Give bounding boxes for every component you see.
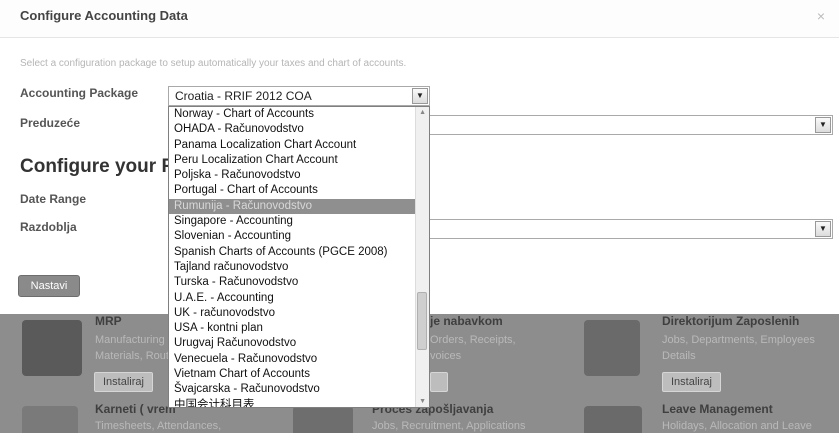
dialog-title: Configure Accounting Data (20, 8, 188, 23)
dialog-header: Configure Accounting Data × (0, 0, 839, 38)
employees-app-desc-2: Details (662, 350, 696, 362)
accounting-package-dropdown[interactable]: Norway - Chart of Accounts OHADA - Računo… (168, 106, 430, 408)
dropdown-option[interactable]: U.A.E. - Accounting (169, 291, 429, 306)
mrp-app-desc-2: Materials, Rout (95, 350, 169, 362)
company-select[interactable]: ▼ (428, 115, 833, 135)
chevron-down-icon[interactable]: ▼ (815, 117, 831, 133)
dropdown-option[interactable]: Slovenian - Accounting (169, 229, 429, 244)
dropdown-option[interactable]: Singapore - Accounting (169, 214, 429, 229)
next-button[interactable]: Nastavi (18, 275, 80, 297)
close-icon[interactable]: × (817, 8, 825, 24)
chevron-down-icon[interactable]: ▼ (815, 221, 831, 237)
dropdown-list: Norway - Chart of Accounts OHADA - Računo… (169, 107, 429, 407)
dropdown-option[interactable]: Panama Localization Chart Account (169, 138, 429, 153)
dropdown-option[interactable]: OHADA - Računovodstvo (169, 122, 429, 137)
scroll-down-icon[interactable]: ▼ (419, 398, 426, 405)
employees-app-desc: Jobs, Departments, Employees (662, 334, 815, 346)
mrp-install-button[interactable]: Instaliraj (94, 372, 153, 392)
recruitment-app-desc: Jobs, Recruitment, Applications (372, 420, 526, 432)
recruitment-app-icon (293, 406, 353, 433)
dropdown-option[interactable]: UK - računovodstvo (169, 306, 429, 321)
dropdown-option[interactable]: Tajland računovodstvo (169, 260, 429, 275)
period-select[interactable]: ▼ (428, 219, 833, 239)
leave-app-title: Leave Management (662, 402, 773, 416)
scroll-up-icon[interactable]: ▲ (419, 109, 426, 116)
dropdown-option[interactable]: Norway - Chart of Accounts (169, 107, 429, 122)
employees-app-title: Direktorijum Zaposlenih (662, 314, 800, 328)
dropdown-option[interactable]: Rumunija - Računovodstvo (169, 198, 429, 215)
dropdown-scrollbar[interactable]: ▲ ▼ (415, 107, 429, 407)
dropdown-option[interactable]: Portugal - Chart of Accounts (169, 183, 429, 198)
mrp-app-title: MRP (95, 314, 122, 328)
dropdown-option[interactable]: Urugvaj Računovodstvo (169, 336, 429, 351)
leave-app-icon (584, 406, 642, 433)
date-range-label: Date Range (20, 192, 87, 206)
timesheets-app-desc: Timesheets, Attendances, (95, 420, 222, 432)
chevron-down-icon[interactable]: ▼ (412, 88, 428, 104)
dropdown-option[interactable]: Švajcarska - Računovodstvo (169, 382, 429, 397)
leave-app-desc: Holidays, Allocation and Leave (662, 420, 812, 432)
dropdown-option[interactable]: 中国会计科目表 (169, 398, 429, 407)
purchase-app-title: je nabavkom (430, 314, 503, 328)
accounting-package-select[interactable]: Croatia - RRIF 2012 COA ▼ (168, 86, 430, 106)
scrollbar-thumb[interactable] (417, 292, 427, 350)
accounting-package-label: Accounting Package (20, 86, 139, 100)
purchase-install-button[interactable] (430, 372, 448, 392)
purchase-app-desc: Orders, Receipts, (430, 334, 516, 346)
section-title: Configure your F (20, 156, 174, 177)
dropdown-option[interactable]: Poljska - Računovodstvo (169, 168, 429, 183)
purchase-app-desc-2: voices (430, 350, 462, 362)
dropdown-option[interactable]: Venecuela - Računovodstvo (169, 352, 429, 367)
mrp-app-icon (22, 320, 82, 376)
employees-install-button[interactable]: Instaliraj (662, 372, 721, 392)
company-label: Preduzeće (20, 116, 81, 130)
accounting-package-value: Croatia - RRIF 2012 COA (175, 89, 312, 103)
dialog-hint-text: Select a configuration package to setup … (20, 58, 407, 69)
dropdown-option[interactable]: Turska - Računovodstvo (169, 275, 429, 290)
dropdown-option[interactable]: Peru Localization Chart Account (169, 153, 429, 168)
employees-app-icon (584, 320, 640, 376)
timesheets-app-title: Karneti ( vrem (95, 402, 176, 416)
dropdown-option[interactable]: USA - kontni plan (169, 321, 429, 336)
period-label: Razdoblja (20, 220, 77, 234)
mrp-app-desc: Manufacturing (95, 334, 165, 346)
dropdown-option[interactable]: Spanish Charts of Accounts (PGCE 2008) (169, 245, 429, 260)
dropdown-option[interactable]: Vietnam Chart of Accounts (169, 367, 429, 382)
timesheets-app-icon (22, 406, 78, 433)
